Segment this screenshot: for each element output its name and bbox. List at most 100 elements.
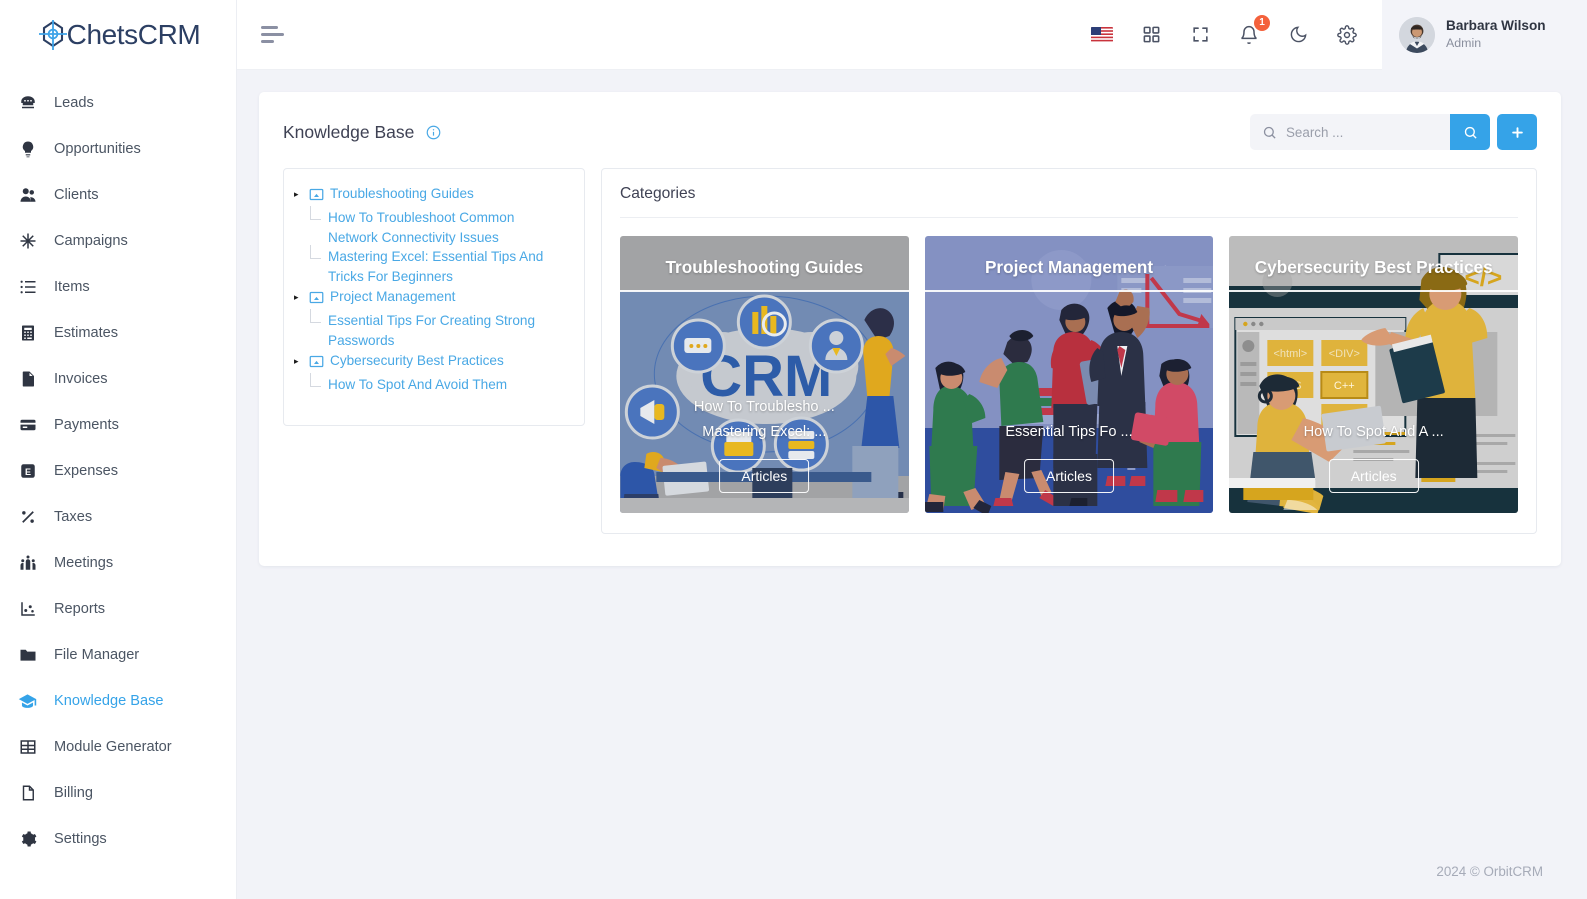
category-card-title: Troubleshooting Guides [665,257,864,277]
sidebar: ChetsCRM Leads Opportunities Clients Cam… [0,0,237,899]
sidebar-item-label: Invoices [54,371,108,387]
folder-icon [18,646,37,665]
sidebar-item-expenses[interactable]: E Expenses [0,448,236,494]
sidebar-item-items[interactable]: Items [0,264,236,310]
panel-header: Knowledge Base [259,92,1561,168]
topbar-icon-group: 1 [1089,14,1382,48]
category-card-title: Project Management [984,257,1154,277]
page-title-text: Knowledge Base [283,121,415,142]
sidebar-item-invoices[interactable]: Invoices [0,356,236,402]
sidebar-item-campaigns[interactable]: Campaigns [0,218,236,264]
language-flag-us-icon[interactable] [1089,22,1115,48]
category-article[interactable]: How To Troublesho ... [620,395,909,420]
category-article[interactable]: Mastering Excel: ... [620,420,909,445]
card-divider [1229,290,1519,292]
sidebar-item-label: Leads [54,95,94,111]
category-window-icon [309,187,324,207]
tree-child[interactable]: How To Troubleshoot Common Network Conne… [294,206,574,247]
sidebar-item-billing[interactable]: Billing [0,770,236,816]
tree-node-label[interactable]: Troubleshooting Guides [330,184,474,204]
tree-elbow-icon [308,245,328,267]
add-article-button[interactable] [1497,114,1537,150]
hamburger-icon[interactable] [257,20,287,50]
info-circle-icon[interactable] [426,125,441,140]
tree-child[interactable]: Essential Tips For Creating Strong Passw… [294,309,574,350]
brand-name: ChetsCRM [66,19,201,50]
articles-button[interactable]: Articles [1328,459,1419,493]
sidebar-item-knowledge-base[interactable]: Knowledge Base [0,678,236,724]
sidebar-item-label: File Manager [54,647,140,663]
gear-icon [18,830,37,849]
sidebar-item-file-manager[interactable]: File Manager [0,632,236,678]
svg-text:E: E [24,467,30,477]
category-article-list: Essential Tips Fo ... [925,420,1214,445]
expense-e-icon: E [18,462,37,481]
category-article[interactable]: Essential Tips Fo ... [925,420,1214,445]
category-card[interactable]: CRM Troubleshooting Guides How To Troubl… [620,236,909,513]
graduation-cap-icon [18,692,37,711]
sidebar-item-label: Reports [54,601,106,617]
categories-panel: Categories CRM Troubleshooting Guides Ho… [601,168,1537,534]
tree-node-label[interactable]: Cybersecurity Best Practices [330,351,504,371]
search-input[interactable] [1286,124,1438,140]
articles-button[interactable]: Articles [719,459,810,493]
category-card[interactable]: </> <html> <DIV> C++ Cybersecurity Best … [1229,236,1519,513]
apps-grid-icon[interactable] [1138,22,1164,48]
sidebar-item-label: Taxes [54,509,93,525]
sidebar-item-estimates[interactable]: Estimates [0,310,236,356]
search-button[interactable] [1450,114,1490,150]
category-article-list: How To Spot And A ... [1229,420,1518,445]
target-crosshair-icon [36,18,70,52]
sidebar-item-label: Clients [54,187,99,203]
people-meeting-icon [18,554,37,573]
footer-text: 2024 © OrbitCRM [1436,864,1543,879]
list-icon [18,278,37,297]
tree-node-label[interactable]: Project Management [330,287,455,307]
notification-bell-icon[interactable]: 1 [1236,14,1270,48]
sidebar-item-label: Settings [54,831,107,847]
tree-node[interactable]: ▸ Cybersecurity Best Practices [294,350,574,375]
tree-elbow-icon [308,309,328,331]
calculator-icon [18,324,37,343]
search-box[interactable] [1250,114,1450,150]
articles-button[interactable]: Articles [1024,459,1114,493]
content-area: Knowledge Base Search ... ▸ Troubleshoot… [237,70,1587,899]
card-divider [620,290,909,292]
knowledge-tree: ▸ Troubleshooting Guides How To Troubles… [283,168,585,426]
tree-node[interactable]: ▸ Project Management [294,286,574,311]
sidebar-item-opportunities[interactable]: Opportunities [0,126,236,172]
sidebar-item-leads[interactable]: Leads [0,80,236,126]
sidebar-item-label: Opportunities [54,141,141,157]
sidebar-item-label: Meetings [54,555,114,571]
sidebar-item-meetings[interactable]: Meetings [0,540,236,586]
chevron-right-icon[interactable]: ▸ [294,351,303,371]
tree-child[interactable]: Mastering Excel: Essential Tips And Tric… [294,245,574,286]
tree-child-label[interactable]: Mastering Excel: Essential Tips And Tric… [328,247,556,286]
sidebar-item-settings[interactable]: Settings [0,816,236,862]
sidebar-item-taxes[interactable]: Taxes [0,494,236,540]
main-column: 1 Barbara Wilson Admin Knowledge Base Se… [237,0,1587,899]
sidebar-item-clients[interactable]: Clients [0,172,236,218]
tree-child-label[interactable]: How To Spot And Avoid Them [328,375,507,395]
settings-gear-icon[interactable] [1334,22,1360,48]
category-card[interactable]: Project Management Essential Tips Fo ...… [924,236,1214,513]
sidebar-item-module-generator[interactable]: Module Generator [0,724,236,770]
page-title: Knowledge Base [283,122,441,143]
sidebar-item-reports[interactable]: Reports [0,586,236,632]
tree-child-label[interactable]: Essential Tips For Creating Strong Passw… [328,311,556,350]
tree-child-label[interactable]: How To Troubleshoot Common Network Conne… [328,208,556,247]
tree-child[interactable]: How To Spot And Avoid Them [294,373,574,395]
chevron-right-icon[interactable]: ▸ [294,184,303,204]
user-menu[interactable]: Barbara Wilson Admin [1382,0,1587,70]
plus-icon [1510,125,1525,140]
dark-mode-moon-icon[interactable] [1285,22,1311,48]
chevron-right-icon[interactable]: ▸ [294,287,303,307]
sidebar-item-label: Expenses [54,463,119,479]
fullscreen-icon[interactable] [1187,22,1213,48]
tree-node[interactable]: ▸ Troubleshooting Guides [294,183,574,208]
brand-logo[interactable]: ChetsCRM [0,0,236,70]
sidebar-item-payments[interactable]: Payments [0,402,236,448]
sidebar-item-label: Campaigns [54,233,128,249]
category-article[interactable]: How To Spot And A ... [1229,420,1518,445]
sidebar-item-label: Estimates [54,325,119,341]
